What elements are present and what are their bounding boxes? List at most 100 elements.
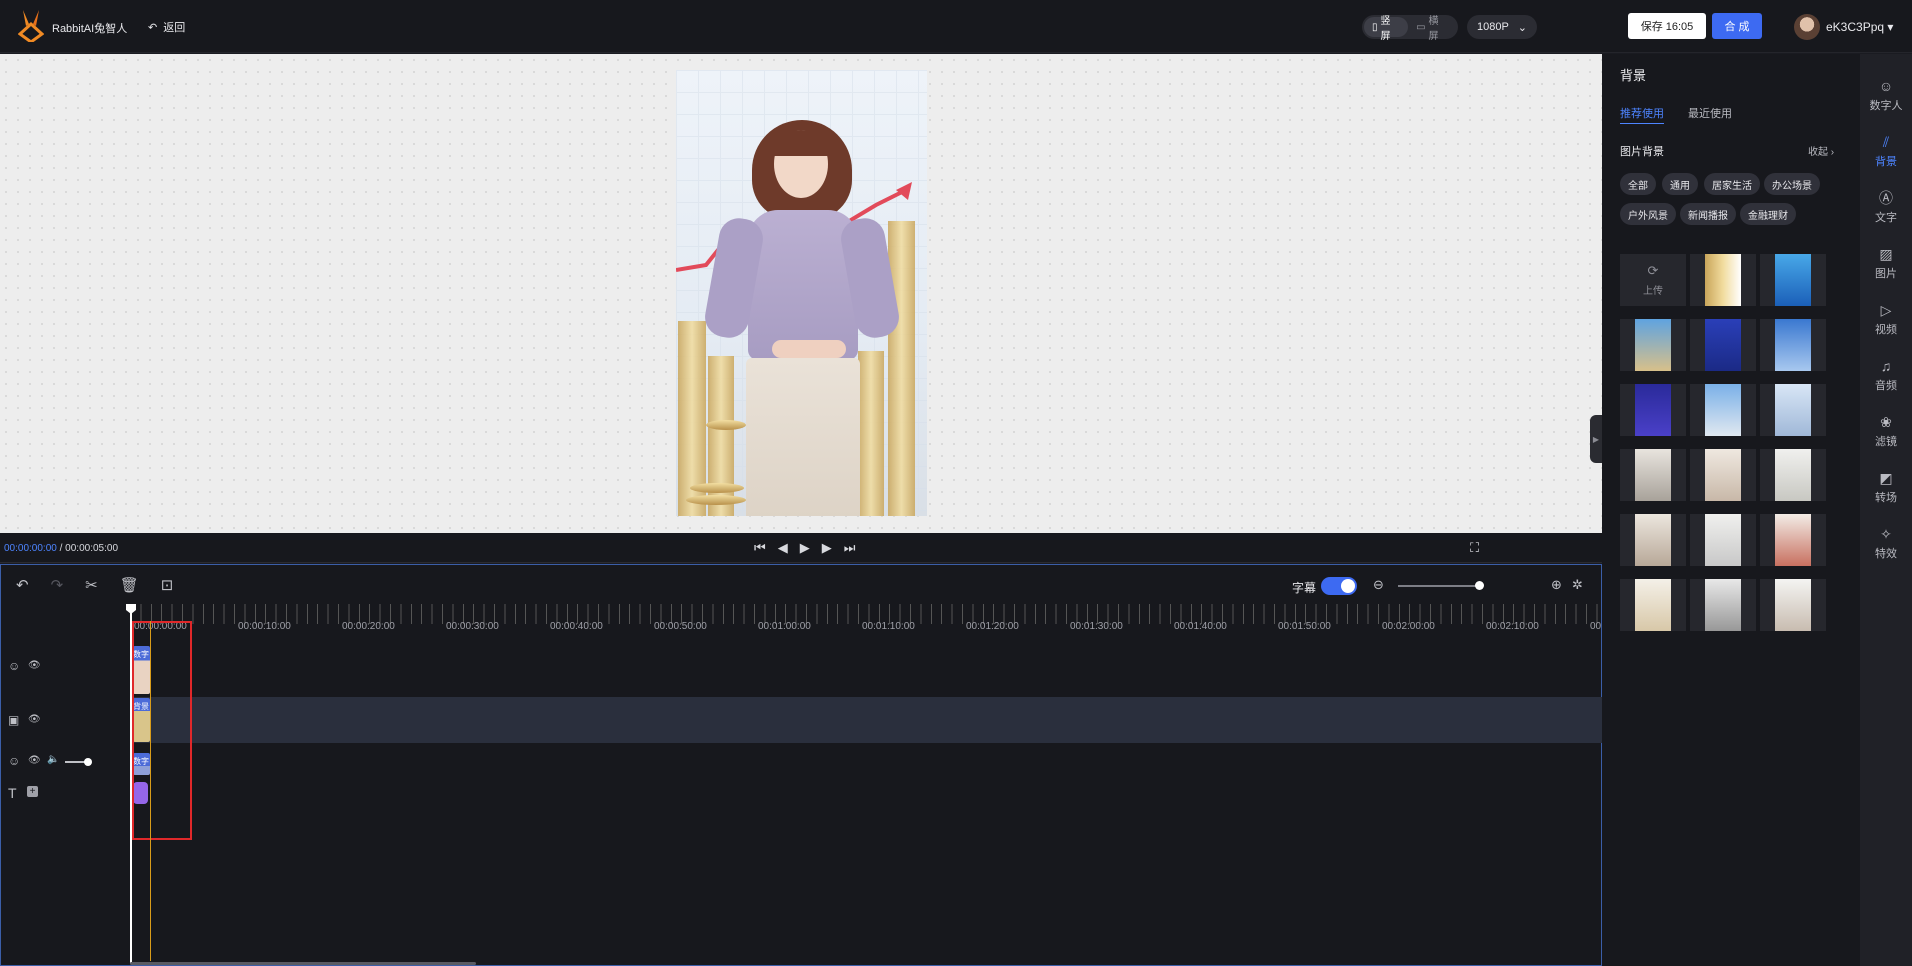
chip-outdoor[interactable]: 户外风景 (1620, 203, 1676, 225)
bg-thumb[interactable] (1760, 579, 1826, 631)
eye-icon[interactable]: 👁 (28, 660, 41, 671)
rail-item-avatar[interactable]: ☺ 数字人 (1860, 78, 1912, 113)
toggle-knob (1341, 579, 1355, 593)
zoom-slider-handle[interactable] (1475, 581, 1484, 590)
ruler-label: 00:00:40:00 (550, 621, 603, 632)
bg-thumb[interactable] (1690, 319, 1756, 371)
ruler-label: 00:00:20:00 (342, 621, 395, 632)
compose-button[interactable]: 合 成 (1712, 13, 1762, 39)
playhead[interactable] (130, 604, 132, 964)
text-track-icon: T (8, 785, 17, 801)
collapse-link[interactable]: 收起 › (1808, 143, 1834, 158)
back-button[interactable]: ↶ 返回 (148, 19, 185, 35)
presenter-skirt (746, 358, 860, 516)
zoom-slider[interactable] (1398, 585, 1480, 587)
ruler-label: 00:02:00:00 (1382, 621, 1435, 632)
avatar[interactable] (1794, 14, 1820, 40)
bg-thumb[interactable] (1620, 449, 1686, 501)
volume-icon[interactable]: 🔈 (47, 754, 59, 765)
bg-thumb[interactable] (1760, 514, 1826, 566)
play-icon[interactable]: ▶︎ (800, 540, 810, 556)
rail-item-filter[interactable]: ❀ 滤镜 (1860, 414, 1912, 449)
bg-thumb[interactable] (1760, 319, 1826, 371)
bg-thumb[interactable] (1760, 449, 1826, 501)
back-label: 返回 (163, 22, 186, 34)
step-forward-icon[interactable]: ▶︎ (822, 540, 832, 556)
collapse-panel-tab[interactable]: ▶ (1590, 415, 1602, 463)
chip-home[interactable]: 居家生活 (1704, 173, 1760, 195)
video-preview[interactable] (676, 70, 927, 516)
portrait-option[interactable]: ▯ 竖屏 (1364, 16, 1409, 42)
background-track-icon: ▣ (8, 713, 20, 727)
back-arrow-icon: ↶ (148, 21, 158, 34)
tab-recent[interactable]: 最近使用 (1688, 105, 1732, 121)
volume-handle[interactable] (84, 758, 92, 766)
section-title: 图片背景 (1620, 146, 1664, 158)
rail-item-audio[interactable]: ♫ 音频 (1860, 358, 1912, 393)
step-back-icon[interactable]: ◀︎ (778, 540, 788, 556)
save-button[interactable]: 保存 16:05 (1628, 13, 1706, 39)
rail-item-text[interactable]: Ⓐ 文字 (1860, 190, 1912, 225)
avatar-icon: ☺ (1878, 78, 1894, 94)
chip-finance[interactable]: 金融理财 (1740, 203, 1796, 225)
bg-thumb[interactable] (1620, 384, 1686, 436)
zoom-out-icon[interactable]: ⊖ (1373, 577, 1384, 593)
total-time: 00:00:05:00 (65, 543, 118, 554)
skip-end-icon[interactable]: ⏭ (844, 540, 856, 556)
chip-office[interactable]: 办公场景 (1764, 173, 1820, 195)
bg-thumb[interactable] (1690, 254, 1756, 306)
selected-track-row[interactable] (130, 697, 1602, 743)
rail-item-transition[interactable]: ◩ 转场 (1860, 470, 1912, 505)
trash-icon[interactable]: 🗑 (120, 576, 139, 594)
bg-thumb[interactable] (1760, 254, 1826, 306)
ruler-label: 00:00:30:00 (446, 621, 499, 632)
username-menu[interactable]: eK3C3Ppq ▾ (1826, 20, 1893, 34)
eye-icon[interactable]: 👁 (28, 755, 41, 766)
bg-thumb[interactable] (1620, 319, 1686, 371)
add-text-icon[interactable]: + (27, 786, 38, 797)
undo-icon[interactable]: ↶ (16, 576, 29, 594)
bg-thumb[interactable] (1690, 449, 1756, 501)
rail-item-video[interactable]: ▷ 视频 (1860, 302, 1912, 337)
background-icon: ⫽ (1882, 134, 1890, 150)
bg-thumb[interactable] (1690, 579, 1756, 631)
timeline-scrollbar[interactable] (130, 962, 476, 965)
avatar-track-icon: ☺ (8, 659, 21, 673)
bg-thumb[interactable] (1620, 579, 1686, 631)
eye-icon[interactable]: 👁 (28, 714, 41, 725)
rail-label: 数字人 (1869, 100, 1903, 112)
ai-image-icon[interactable]: ⊡ (161, 576, 174, 594)
upload-button[interactable]: ⟳ 上传 (1620, 254, 1686, 306)
bg-thumb[interactable] (1690, 384, 1756, 436)
chip-general[interactable]: 通用 (1662, 173, 1698, 195)
zoom-in-icon[interactable]: ⊕ (1551, 577, 1562, 593)
chip-news[interactable]: 新闻播报 (1680, 203, 1736, 225)
phone-icon: ▯ (1372, 21, 1378, 33)
bg-thumb[interactable] (1690, 514, 1756, 566)
resolution-select[interactable]: 1080P ⌄ (1467, 15, 1537, 39)
chip-all[interactable]: 全部 (1620, 173, 1656, 195)
panel-title: 背景 (1620, 68, 1647, 83)
rail-label: 转场 (1875, 492, 1897, 504)
subtitle-label: 字幕 (1292, 581, 1317, 595)
redo-icon[interactable]: ↷ (51, 576, 64, 594)
tab-recommended[interactable]: 推荐使用 (1620, 105, 1664, 124)
rail-item-background[interactable]: ⫽ 背景 (1860, 134, 1912, 169)
skip-start-icon[interactable]: ⏮ (754, 540, 766, 556)
bg-thumb[interactable] (1620, 514, 1686, 566)
rail-item-effects[interactable]: ✧ 特效 (1860, 526, 1912, 561)
gold-bar (858, 351, 884, 516)
fullscreen-icon[interactable]: ⛶ (1470, 540, 1479, 556)
scissors-icon[interactable]: ✂ (85, 576, 98, 594)
landscape-option[interactable]: ▭ 横屏 (1408, 16, 1456, 42)
portrait-label: 竖屏 (1380, 16, 1391, 42)
rail-label: 图片 (1875, 268, 1897, 280)
rail-item-image[interactable]: ▨ 图片 (1860, 246, 1912, 281)
time-separator: / (56, 543, 66, 554)
rail-label: 音频 (1875, 380, 1897, 392)
subtitle-toggle[interactable] (1321, 577, 1357, 595)
magnet-icon[interactable]: ✲ (1572, 577, 1583, 593)
timecode: 00:00:00:00 / 00:00:05:00 (4, 543, 118, 554)
bg-thumb[interactable] (1760, 384, 1826, 436)
orientation-toggle[interactable]: ▯ 竖屏 ▭ 横屏 (1362, 15, 1458, 42)
